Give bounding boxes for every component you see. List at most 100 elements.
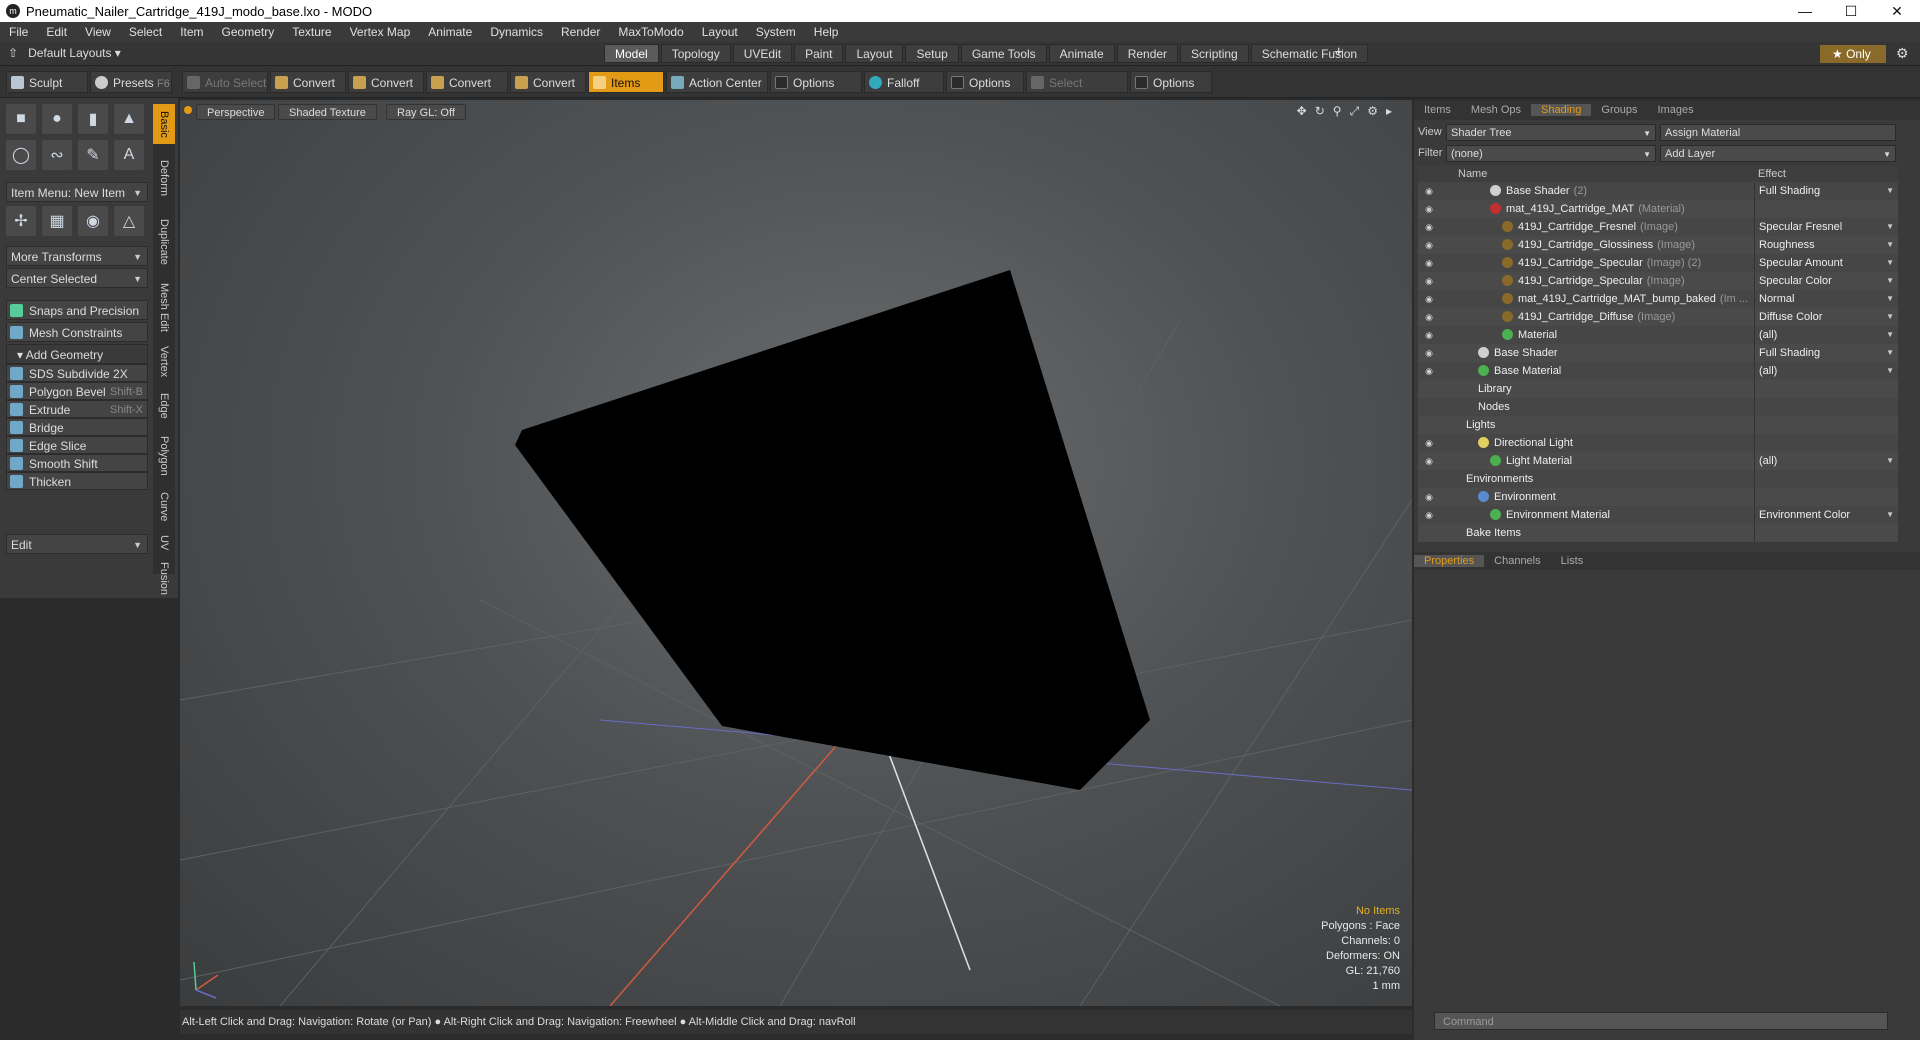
sculpt-button[interactable]: Sculpt	[6, 71, 88, 93]
visibility-eye-icon[interactable]: ◉	[1423, 275, 1435, 287]
zoom-icon[interactable]: ⚲	[1333, 104, 1342, 119]
convert-button-1[interactable]: Convert	[270, 71, 346, 93]
add-tab-icon[interactable]: +	[1334, 44, 1343, 62]
visibility-eye-icon[interactable]: ◉	[1423, 239, 1435, 251]
grid-icon[interactable]: ▦	[42, 206, 72, 236]
tool-polygon-bevel[interactable]: Polygon Bevel Shift-B	[6, 382, 148, 400]
options-button-1[interactable]: Options	[770, 71, 862, 93]
shader-tree-row[interactable]: ◉ Environment	[1418, 488, 1898, 506]
layer-effect[interactable]: Specular Fresnel ▼	[1754, 218, 1898, 236]
command-input[interactable]: Command	[1434, 1012, 1888, 1030]
view-dropdown[interactable]: Shader Tree ▼	[1446, 124, 1656, 141]
visibility-eye-icon[interactable]: ◉	[1423, 437, 1435, 449]
vtab-mesh-edit[interactable]: Mesh Edit	[153, 278, 175, 336]
layer-effect[interactable]: (all) ▼	[1754, 452, 1898, 470]
menu-maxtomodo[interactable]: MaxToModo	[609, 25, 692, 39]
transform-icon[interactable]: ✢	[6, 206, 36, 236]
layer-effect[interactable]: Normal ▼	[1754, 290, 1898, 308]
tab-schematic-fusion[interactable]: Schematic Fusion	[1250, 44, 1369, 63]
sphere-icon[interactable]: ●	[42, 104, 72, 134]
layer-effect[interactable]	[1754, 524, 1898, 542]
layer-effect[interactable]	[1754, 416, 1898, 434]
visibility-eye-icon[interactable]: ◉	[1423, 311, 1435, 323]
menu-system[interactable]: System	[747, 25, 805, 39]
mesh-constraints-button[interactable]: Mesh Constraints	[6, 322, 148, 342]
shader-tree-row[interactable]: ◉ Base Shader (2) Full Shading ▼	[1418, 182, 1898, 200]
name-column-header[interactable]: Name	[1458, 168, 1487, 180]
layer-effect[interactable]	[1754, 488, 1898, 506]
action-center-button[interactable]: Action Center	[666, 71, 768, 93]
shader-tree-row[interactable]: ◉ 419J_Cartridge_Diffuse (Image) Diffuse Co…	[1418, 308, 1898, 326]
tool-edge-slice[interactable]: Edge Slice	[6, 436, 148, 454]
layer-effect[interactable]	[1754, 434, 1898, 452]
tab-paint[interactable]: Paint	[794, 44, 844, 63]
snaps-button[interactable]: Snaps and Precision	[6, 300, 148, 320]
pan-icon[interactable]: ✥	[1297, 104, 1307, 119]
menu-item[interactable]: Item	[171, 25, 212, 39]
select-through-button[interactable]: Select Through	[1026, 71, 1128, 112]
layer-effect[interactable]: Full Shading ▼	[1754, 344, 1898, 362]
viewport-dot-icon[interactable]	[184, 106, 192, 114]
vtab-basic[interactable]: Basic	[153, 104, 175, 144]
panel-tab-mesh-ops[interactable]: Mesh Ops	[1461, 104, 1531, 116]
layer-effect[interactable]: Diffuse Color ▼	[1754, 308, 1898, 326]
presets-button[interactable]: Presets F6	[90, 71, 172, 93]
shader-tree-row[interactable]: ◉ Directional Light	[1418, 434, 1898, 452]
tool-bridge[interactable]: Bridge	[6, 418, 148, 436]
effect-column-header[interactable]: Effect	[1758, 168, 1786, 180]
layer-effect[interactable]	[1754, 380, 1898, 398]
menu-geometry[interactable]: Geometry	[213, 25, 284, 39]
visibility-eye-icon[interactable]: ◉	[1423, 347, 1435, 359]
only-button[interactable]: ★ Only	[1820, 45, 1886, 63]
visibility-eye-icon[interactable]: ◉	[1423, 203, 1435, 215]
menu-render[interactable]: Render	[552, 25, 609, 39]
fit-icon[interactable]: ⤢	[1350, 104, 1360, 119]
vtab-edge[interactable]: Edge	[153, 388, 175, 424]
visibility-eye-icon[interactable]: ◉	[1423, 491, 1435, 503]
visibility-eye-icon[interactable]: ◉	[1423, 365, 1435, 377]
vtab-uv[interactable]: UV	[153, 532, 175, 554]
shader-tree-row[interactable]: ◉ 419J_Cartridge_Glossiness (Image) Roughne…	[1418, 236, 1898, 254]
settings-icon[interactable]: ⚙	[1367, 104, 1378, 119]
convert-button-4[interactable]: Convert	[510, 71, 586, 93]
layer-effect[interactable]: (all) ▼	[1754, 326, 1898, 344]
vtab-deform[interactable]: Deform	[153, 150, 175, 206]
tab-game-tools[interactable]: Game Tools	[960, 44, 1047, 63]
3d-viewport[interactable]: Perspective Shaded Texture Ray GL: Off ✥…	[180, 100, 1412, 1006]
tab-topology[interactable]: Topology	[660, 44, 731, 63]
cartridge-mesh[interactable]	[515, 270, 1150, 790]
options-button-3[interactable]: Options	[1130, 71, 1212, 93]
torus-icon[interactable]: ◯	[6, 140, 36, 170]
shader-tree-row[interactable]: Bake Items	[1418, 524, 1898, 542]
tab-model[interactable]: Model	[604, 44, 659, 63]
item-menu-dropdown[interactable]: Item Menu: New Item ▼	[6, 182, 148, 202]
convert-button-3[interactable]: Convert	[426, 71, 508, 93]
options-button-2[interactable]: Options	[946, 71, 1024, 93]
visibility-eye-icon[interactable]: ◉	[1423, 221, 1435, 233]
assign-material-button[interactable]: Assign Material	[1660, 124, 1896, 141]
shader-tree-row[interactable]: ◉ Base Shader Full Shading ▼	[1418, 344, 1898, 362]
menu-texture[interactable]: Texture	[283, 25, 340, 39]
shader-tree-row[interactable]: Environments	[1418, 470, 1898, 488]
rotate-icon[interactable]: ↻	[1315, 104, 1325, 119]
vtab-curve[interactable]: Curve	[153, 488, 175, 526]
shader-tree-row[interactable]: ◉ Light Material (all) ▼	[1418, 452, 1898, 470]
default-layouts-dropdown[interactable]: ⇧ Default Layouts ▾	[8, 46, 121, 60]
auto-select-button[interactable]: Auto Select	[182, 71, 268, 93]
convert-button-2[interactable]: Convert	[348, 71, 424, 93]
visibility-eye-icon[interactable]: ◉	[1423, 455, 1435, 467]
shader-tree-row[interactable]: ◉ mat_419J_Cartridge_MAT (Material)	[1418, 200, 1898, 218]
cube-icon[interactable]: ■	[6, 104, 36, 134]
more-transforms-dropdown[interactable]: More Transforms ▼	[6, 246, 148, 266]
shader-tree-row[interactable]: ◉ 419J_Cartridge_Fresnel (Image) Specular F…	[1418, 218, 1898, 236]
layer-effect[interactable]: Specular Amount ▼	[1754, 254, 1898, 272]
shader-tree-row[interactable]: Nodes	[1418, 398, 1898, 416]
pen-icon[interactable]: ✎	[78, 140, 108, 170]
close-icon[interactable]: ✕	[1874, 0, 1920, 22]
shaded-texture-button[interactable]: Shaded Texture	[278, 104, 377, 120]
props-tab-properties[interactable]: Properties	[1414, 555, 1485, 567]
ray-gl-button[interactable]: Ray GL: Off	[386, 104, 466, 120]
tool-extrude[interactable]: Extrude Shift-X	[6, 400, 148, 418]
props-tab-lists[interactable]: Lists	[1551, 555, 1594, 567]
vtab-polygon[interactable]: Polygon	[153, 430, 175, 482]
